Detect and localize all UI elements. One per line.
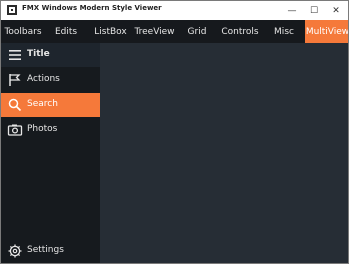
tab-edits[interactable]: Edits [45,20,87,43]
tab-misc[interactable]: Misc [263,20,305,43]
tab-toolbars[interactable]: Toolbars [1,20,45,43]
camera-icon [7,122,23,138]
hamburger-menu-icon[interactable] [7,47,23,63]
sidebar-item-label: Actions [27,74,60,84]
tab-grid[interactable]: Grid [177,20,217,43]
gear-icon [7,243,23,259]
sidebar-header[interactable]: Title [1,43,100,67]
sidebar-item-label: Photos [27,124,58,134]
sidebar-item-search[interactable]: Search [1,93,100,117]
close-button[interactable]: ✕ [325,1,347,20]
main-content-panel [100,43,348,263]
minimize-button[interactable]: — [281,1,303,20]
sidebar-item-settings[interactable]: Settings [1,239,100,263]
sidebar-header-row: Title [1,43,100,67]
sidebar-item-label: Search [27,99,58,109]
tab-controls[interactable]: Controls [217,20,263,43]
app-window: FMX Windows Modern Style Viewer — ☐ ✕ To… [0,0,349,264]
maximize-button[interactable]: ☐ [303,1,325,20]
app-icon [7,5,17,15]
flag-icon [7,72,23,88]
search-icon [7,97,23,113]
sidebar-title: Title [27,49,50,59]
sidebar-item-label: Settings [27,245,64,255]
sidebar-item-actions[interactable]: Actions [1,68,100,92]
tab-listbox[interactable]: ListBox [87,20,134,43]
sidebar: Title Actions Search Photos Settings [1,43,100,263]
sidebar-item-photos[interactable]: Photos [1,118,100,142]
tab-bar: Toolbars Edits ListBox TreeView Grid Con… [1,20,348,43]
title-bar: FMX Windows Modern Style Viewer — ☐ ✕ [1,1,348,20]
window-title: FMX Windows Modern Style Viewer [22,4,162,12]
tab-treeview[interactable]: TreeView [134,20,175,43]
tab-multiview[interactable]: MultiView [305,20,348,43]
